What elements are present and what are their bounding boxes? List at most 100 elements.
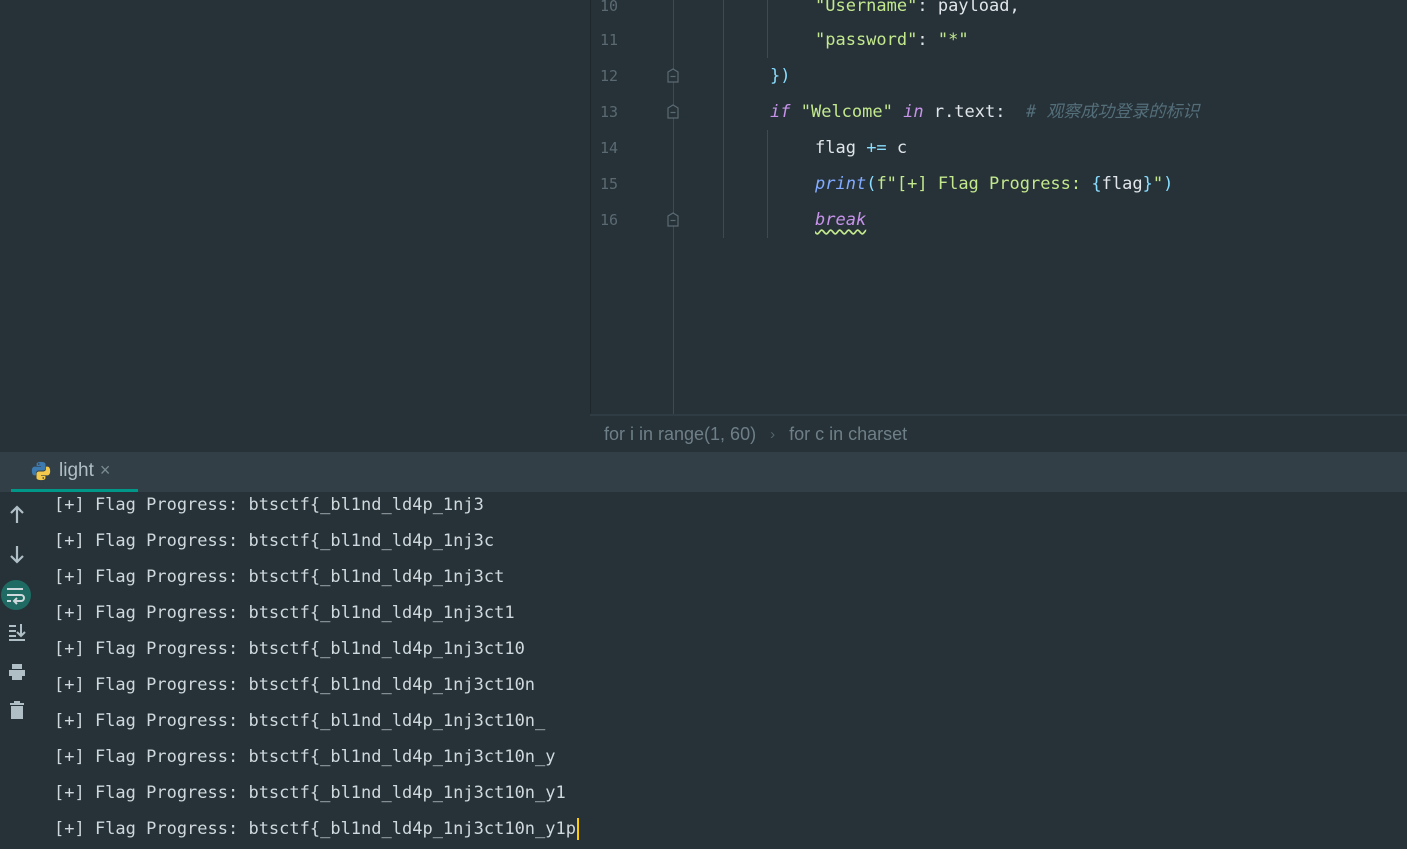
up-arrow-icon[interactable]: [4, 502, 30, 528]
breadcrumb-item-for-c[interactable]: for c in charset: [789, 424, 907, 445]
fold-marker-icon[interactable]: [667, 68, 679, 84]
code-token: "password": [815, 30, 918, 50]
line-number[interactable]: 12: [591, 58, 618, 94]
code-token: +=: [866, 138, 887, 158]
tab-label: light: [59, 459, 94, 481]
code-token: # 观察成功登录的标识: [1025, 102, 1200, 122]
code-token: break: [815, 210, 867, 230]
code-token: in: [903, 102, 924, 122]
code-text[interactable]: break: [815, 202, 866, 238]
indent-guide: [723, 166, 724, 202]
code-token: : payload,: [917, 0, 1020, 16]
code-line[interactable]: 16 break: [591, 202, 1407, 238]
code-token: ): [1163, 174, 1174, 194]
code-editor[interactable]: 10 "Username": payload, 11 "password": "*" 1…: [590, 0, 1407, 414]
code-token: flag: [1101, 174, 1143, 194]
code-token: }): [770, 66, 791, 86]
code-text[interactable]: flag += c: [815, 130, 907, 166]
code-token: f"[+] Flag Progress:: [876, 174, 1092, 194]
line-number[interactable]: 15: [591, 166, 618, 202]
console-output-line: [+] Flag Progress: btsctf{_bl1nd_ld4p_1n…: [54, 559, 504, 595]
breadcrumb-item-for-i[interactable]: for i in range(1, 60): [604, 424, 756, 445]
code-token: :: [917, 30, 938, 50]
code-line[interactable]: 13 if "Welcome" in r.text: # 观察成功登录的标识: [591, 94, 1407, 130]
scroll-to-end-icon[interactable]: [4, 619, 30, 645]
indent-guide: [723, 130, 724, 166]
console-line-text: [+] Flag Progress: btsctf{_bl1nd_ld4p_1n…: [54, 531, 495, 551]
chevron-right-icon: ›: [770, 425, 776, 443]
close-icon[interactable]: ×: [100, 460, 111, 481]
code-token: flag: [815, 138, 867, 158]
fold-marker-icon[interactable]: [667, 212, 679, 228]
console-line-text: [+] Flag Progress: btsctf{_bl1nd_ld4p_1n…: [54, 675, 536, 695]
code-token: "Username": [815, 0, 918, 16]
console-output-line: [+] Flag Progress: btsctf{_bl1nd_ld4p_1n…: [54, 775, 566, 811]
fold-marker-icon[interactable]: [667, 104, 679, 120]
console-output-line: [+] Flag Progress: btsctf{_bl1nd_ld4p_1n…: [54, 739, 556, 775]
console-output-line: [+] Flag Progress: btsctf{_bl1nd_ld4p_1n…: [54, 631, 525, 667]
indent-guide: [723, 94, 724, 130]
code-line[interactable]: 12}): [591, 58, 1407, 94]
console-output-line: [+] Flag Progress: btsctf{_bl1nd_ld4p_1n…: [54, 667, 535, 703]
indent-guide: [723, 0, 724, 24]
soft-wrap-icon[interactable]: [1, 580, 31, 610]
code-line[interactable]: 11 "password": "*": [591, 22, 1407, 58]
console-line-text: [+] Flag Progress: btsctf{_bl1nd_ld4p_1n…: [54, 603, 515, 623]
console-output-line: [+] Flag Progress: btsctf{_bl1nd_ld4p_1n…: [54, 523, 494, 559]
code-text[interactable]: "password": "*": [815, 22, 969, 58]
console-output-line: [+] Flag Progress: btsctf{_bl1nd_ld4p_1n…: [54, 811, 579, 847]
indent-guide: [767, 130, 768, 166]
trash-icon[interactable]: [4, 697, 30, 723]
indent-guide: [723, 58, 724, 94]
line-number[interactable]: 16: [591, 202, 618, 238]
console-line-text: [+] Flag Progress: btsctf{_bl1nd_ld4p_1n…: [54, 711, 546, 731]
code-token: (: [866, 174, 877, 194]
code-text[interactable]: print(f"[+] Flag Progress: {flag}"): [815, 166, 1173, 202]
console-line-text: [+] Flag Progress: btsctf{_bl1nd_ld4p_1n…: [54, 783, 566, 803]
code-line[interactable]: 14 flag += c: [591, 130, 1407, 166]
console-line-text: [+] Flag Progress: btsctf{_bl1nd_ld4p_1n…: [54, 567, 505, 587]
code-text[interactable]: }): [770, 58, 790, 94]
console-line-text: [+] Flag Progress: btsctf{_bl1nd_ld4p_1n…: [54, 819, 576, 839]
code-token: {: [1091, 174, 1102, 194]
code-line[interactable]: 10 "Username": payload,: [591, 0, 1407, 24]
code-line[interactable]: 15 print(f"[+] Flag Progress: {flag}"): [591, 166, 1407, 202]
line-number[interactable]: 14: [591, 130, 618, 166]
code-token: r.text:: [923, 102, 1026, 122]
indent-guide: [767, 0, 768, 24]
print-icon[interactable]: [4, 659, 30, 685]
line-number[interactable]: 13: [591, 94, 618, 130]
line-number[interactable]: 11: [591, 22, 618, 58]
code-token: if: [770, 102, 791, 122]
tab-run-light[interactable]: light ×: [11, 452, 138, 492]
console-line-text: [+] Flag Progress: btsctf{_bl1nd_ld4p_1n…: [54, 747, 556, 767]
code-text[interactable]: "Username": payload,: [815, 0, 1020, 24]
indent-guide: [767, 166, 768, 202]
down-arrow-icon[interactable]: [4, 541, 30, 567]
python-icon: [31, 461, 51, 480]
indent-guide: [767, 202, 768, 238]
console-output-line: [+] Flag Progress: btsctf{_bl1nd_ld4p_1n…: [54, 703, 545, 739]
text-caret: [576, 818, 579, 840]
console-line-text: [+] Flag Progress: btsctf{_bl1nd_ld4p_1n…: [54, 639, 525, 659]
code-token: "*": [937, 30, 969, 50]
line-number[interactable]: 10: [591, 0, 618, 24]
indent-guide: [723, 22, 724, 58]
indent-guide: [723, 202, 724, 238]
code-token: print: [815, 174, 867, 194]
console-output-line: [+] Flag Progress: btsctf{_bl1nd_ld4p_1n…: [54, 595, 515, 631]
indent-guide: [767, 22, 768, 58]
code-token: }: [1142, 174, 1153, 194]
editor-left-blank-area: [0, 0, 590, 452]
breadcrumb: for i in range(1, 60) › for c in charset: [590, 414, 1407, 452]
run-toolbar: [0, 492, 34, 849]
code-text[interactable]: if "Welcome" in r.text: # 观察成功登录的标识: [770, 94, 1199, 130]
code-token: "Welcome": [800, 102, 893, 122]
run-panel-header: light ×: [0, 452, 1407, 492]
console-line-text: [+] Flag Progress: btsctf{_bl1nd_ld4p_1n…: [54, 495, 484, 515]
console-output-line: [+] Flag Progress: btsctf{_bl1nd_ld4p_1n…: [54, 492, 484, 523]
code-token: ": [1152, 174, 1164, 194]
run-console-output[interactable]: [+] Flag Progress: btsctf{_bl1nd_ld4p_1n…: [34, 492, 1407, 849]
